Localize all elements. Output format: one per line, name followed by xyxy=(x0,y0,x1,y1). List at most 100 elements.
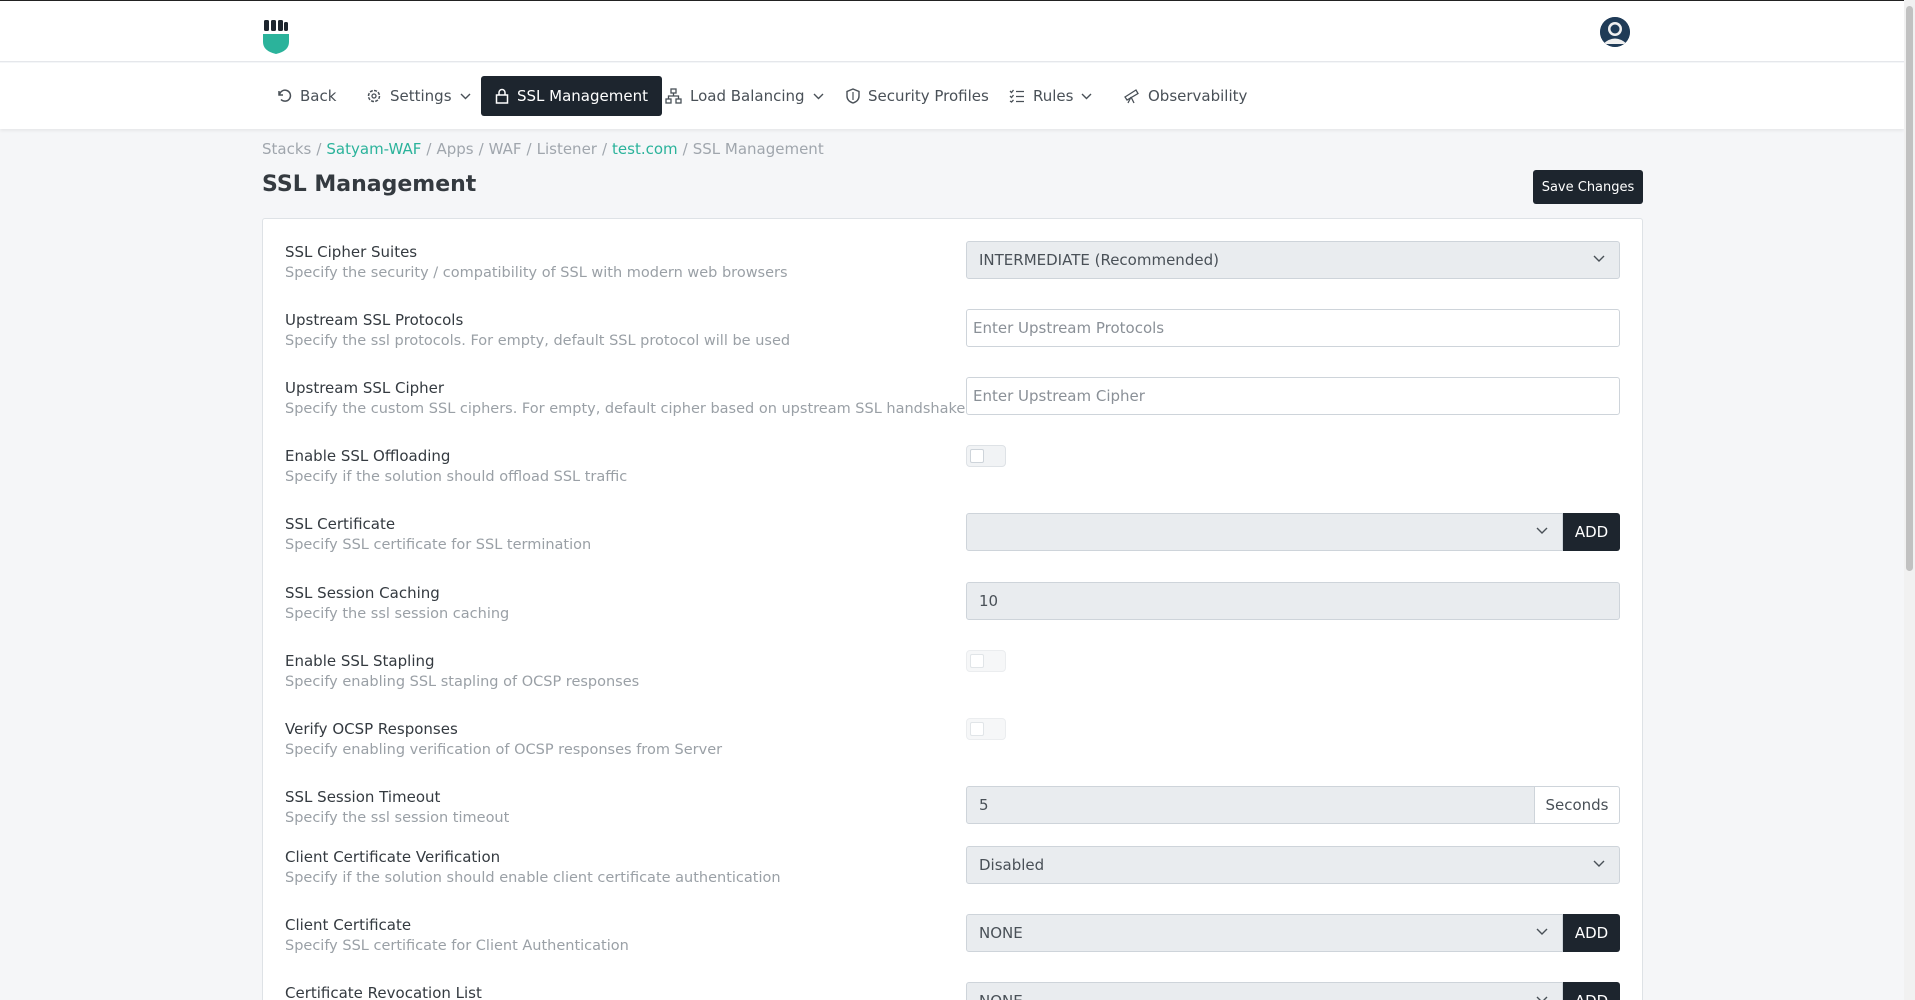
session-caching-input[interactable] xyxy=(966,582,1620,620)
breadcrumb: Stacks / Satyam-WAF / Apps / WAF / Listener / test… xyxy=(262,140,824,158)
revocation-list-group: NONE ADD xyxy=(966,982,1620,1000)
field-description: Specify the custom SSL ciphers. For empt… xyxy=(285,401,966,417)
chevron-down-icon xyxy=(1536,928,1548,935)
field-label: SSL Session Caching xyxy=(285,584,440,602)
add-ssl-certificate-button[interactable]: ADD xyxy=(1563,513,1620,551)
row-ssl-stapling: Enable SSL Stapling Specify enabling SSL… xyxy=(263,650,1642,712)
select-value: NONE xyxy=(979,924,1023,942)
save-changes-button[interactable]: Save Changes xyxy=(1533,170,1643,204)
chevron-down-icon xyxy=(1536,996,1548,1000)
field-label: Enable SSL Offloading xyxy=(285,447,451,465)
field-label: Client Certificate xyxy=(285,916,412,934)
nav-rules[interactable]: Rules xyxy=(999,76,1102,116)
field-label: Upstream SSL Cipher xyxy=(285,379,445,397)
field-label: Certificate Revocation List xyxy=(285,984,482,1000)
breadcrumb-sep: / xyxy=(526,140,532,158)
nav-security-profiles-label: Security Profiles xyxy=(868,87,989,105)
ssl-certificate-select[interactable] xyxy=(966,513,1563,551)
nav-load-balancing[interactable]: Load Balancing xyxy=(655,76,834,116)
nav-back[interactable]: Back xyxy=(266,76,346,116)
ssl-stapling-toggle[interactable] xyxy=(966,650,1006,672)
field-description: Specify enabling verification of OCSP re… xyxy=(285,742,723,758)
nav-rules-label: Rules xyxy=(1033,87,1074,105)
top-bar xyxy=(0,0,1904,62)
upstream-protocols-input[interactable] xyxy=(966,309,1620,347)
nav-settings-label: Settings xyxy=(390,87,452,105)
select-value: NONE xyxy=(979,992,1023,1000)
nav-observability[interactable]: Observability xyxy=(1113,76,1257,116)
select-value: Disabled xyxy=(979,856,1045,874)
field-description: Specify the ssl session timeout xyxy=(285,810,510,826)
undo-icon xyxy=(278,89,292,102)
client-certificate-select[interactable]: NONE xyxy=(966,914,1563,952)
client-certificate-group: NONE ADD xyxy=(966,914,1620,952)
ssl-offloading-toggle[interactable] xyxy=(966,445,1006,467)
row-session-caching: SSL Session Caching Specify the ssl sess… xyxy=(263,582,1642,644)
logo-shield-icon[interactable] xyxy=(262,20,290,54)
breadcrumb-apps[interactable]: Apps xyxy=(436,140,473,158)
field-description: Specify if the solution should offload S… xyxy=(285,469,628,485)
chevron-down-icon xyxy=(1593,860,1605,867)
page-scrollbar[interactable] xyxy=(1904,0,1915,1000)
row-ssl-offloading: Enable SSL Offloading Specify if the sol… xyxy=(263,445,1642,507)
lock-icon xyxy=(495,88,509,104)
verify-ocsp-toggle[interactable] xyxy=(966,718,1006,740)
row-client-verification: Client Certificate Verification Specify … xyxy=(263,846,1642,908)
breadcrumb-current: SSL Management xyxy=(692,140,824,158)
cipher-suites-select[interactable]: INTERMEDIATE (Recommended) xyxy=(966,241,1620,279)
breadcrumb-satyam-waf[interactable]: Satyam-WAF xyxy=(326,140,421,158)
session-timeout-group: Seconds xyxy=(966,786,1620,824)
chevron-down-icon xyxy=(1081,93,1092,99)
breadcrumb-sep: / xyxy=(316,140,322,158)
field-label: Enable SSL Stapling xyxy=(285,652,435,670)
upstream-cipher-input[interactable] xyxy=(966,377,1620,415)
row-session-timeout: SSL Session Timeout Specify the ssl sess… xyxy=(263,786,1642,848)
breadcrumb-sep: / xyxy=(426,140,432,158)
network-icon xyxy=(665,88,682,104)
nav-back-label: Back xyxy=(300,87,337,105)
session-timeout-input[interactable] xyxy=(966,786,1535,824)
field-label: Verify OCSP Responses xyxy=(285,720,458,738)
gear-icon xyxy=(367,89,381,103)
field-description: Specify SSL certificate for SSL terminat… xyxy=(285,537,592,553)
field-label: Upstream SSL Protocols xyxy=(285,311,464,329)
row-ssl-certificate: SSL Certificate Specify SSL certificate … xyxy=(263,513,1642,575)
telescope-icon xyxy=(1124,89,1139,104)
field-label: SSL Certificate xyxy=(285,515,396,533)
row-upstream-cipher: Upstream SSL Cipher Specify the custom S… xyxy=(263,377,1642,439)
chevron-down-icon xyxy=(813,93,824,99)
ssl-settings-form: SSL Cipher Suites Specify the security /… xyxy=(262,218,1643,1000)
shield-icon xyxy=(846,88,860,104)
add-revocation-list-button[interactable]: ADD xyxy=(1563,982,1620,1000)
nav-ssl-management-label: SSL Management xyxy=(517,87,648,105)
user-avatar[interactable] xyxy=(1600,17,1630,47)
breadcrumb-listener[interactable]: Listener xyxy=(537,140,597,158)
page-title: SSL Management xyxy=(262,172,477,197)
breadcrumb-sep: / xyxy=(682,140,688,158)
row-cipher-suites: SSL Cipher Suites Specify the security /… xyxy=(263,241,1642,303)
toggle-knob xyxy=(970,449,984,463)
nav-security-profiles[interactable]: Security Profiles xyxy=(836,76,999,116)
breadcrumb-test-com[interactable]: test.com xyxy=(612,140,678,158)
toggle-knob xyxy=(970,722,984,736)
row-upstream-protocols: Upstream SSL Protocols Specify the ssl p… xyxy=(263,309,1642,371)
breadcrumb-stacks[interactable]: Stacks xyxy=(262,140,311,158)
ssl-certificate-group: ADD xyxy=(966,513,1620,551)
session-timeout-unit: Seconds xyxy=(1535,786,1620,824)
user-icon xyxy=(1600,17,1630,47)
client-verification-select[interactable]: Disabled xyxy=(966,846,1620,884)
add-client-certificate-button[interactable]: ADD xyxy=(1563,914,1620,952)
main-nav: Back Settings SSL Management Load Balanc… xyxy=(0,63,1904,129)
breadcrumb-sep: / xyxy=(478,140,484,158)
field-description: Specify the ssl protocols. For empty, de… xyxy=(285,333,791,349)
nav-settings[interactable]: Settings xyxy=(356,76,481,116)
field-description: Specify SSL certificate for Client Authe… xyxy=(285,938,629,954)
field-label: SSL Session Timeout xyxy=(285,788,441,806)
scrollbar-thumb[interactable] xyxy=(1906,6,1913,571)
chevron-down-icon xyxy=(460,93,471,99)
field-description: Specify the ssl session caching xyxy=(285,606,510,622)
nav-ssl-management[interactable]: SSL Management xyxy=(481,76,662,116)
revocation-list-select[interactable]: NONE xyxy=(966,982,1563,1000)
breadcrumb-waf[interactable]: WAF xyxy=(489,140,522,158)
chevron-down-icon xyxy=(1536,527,1548,534)
